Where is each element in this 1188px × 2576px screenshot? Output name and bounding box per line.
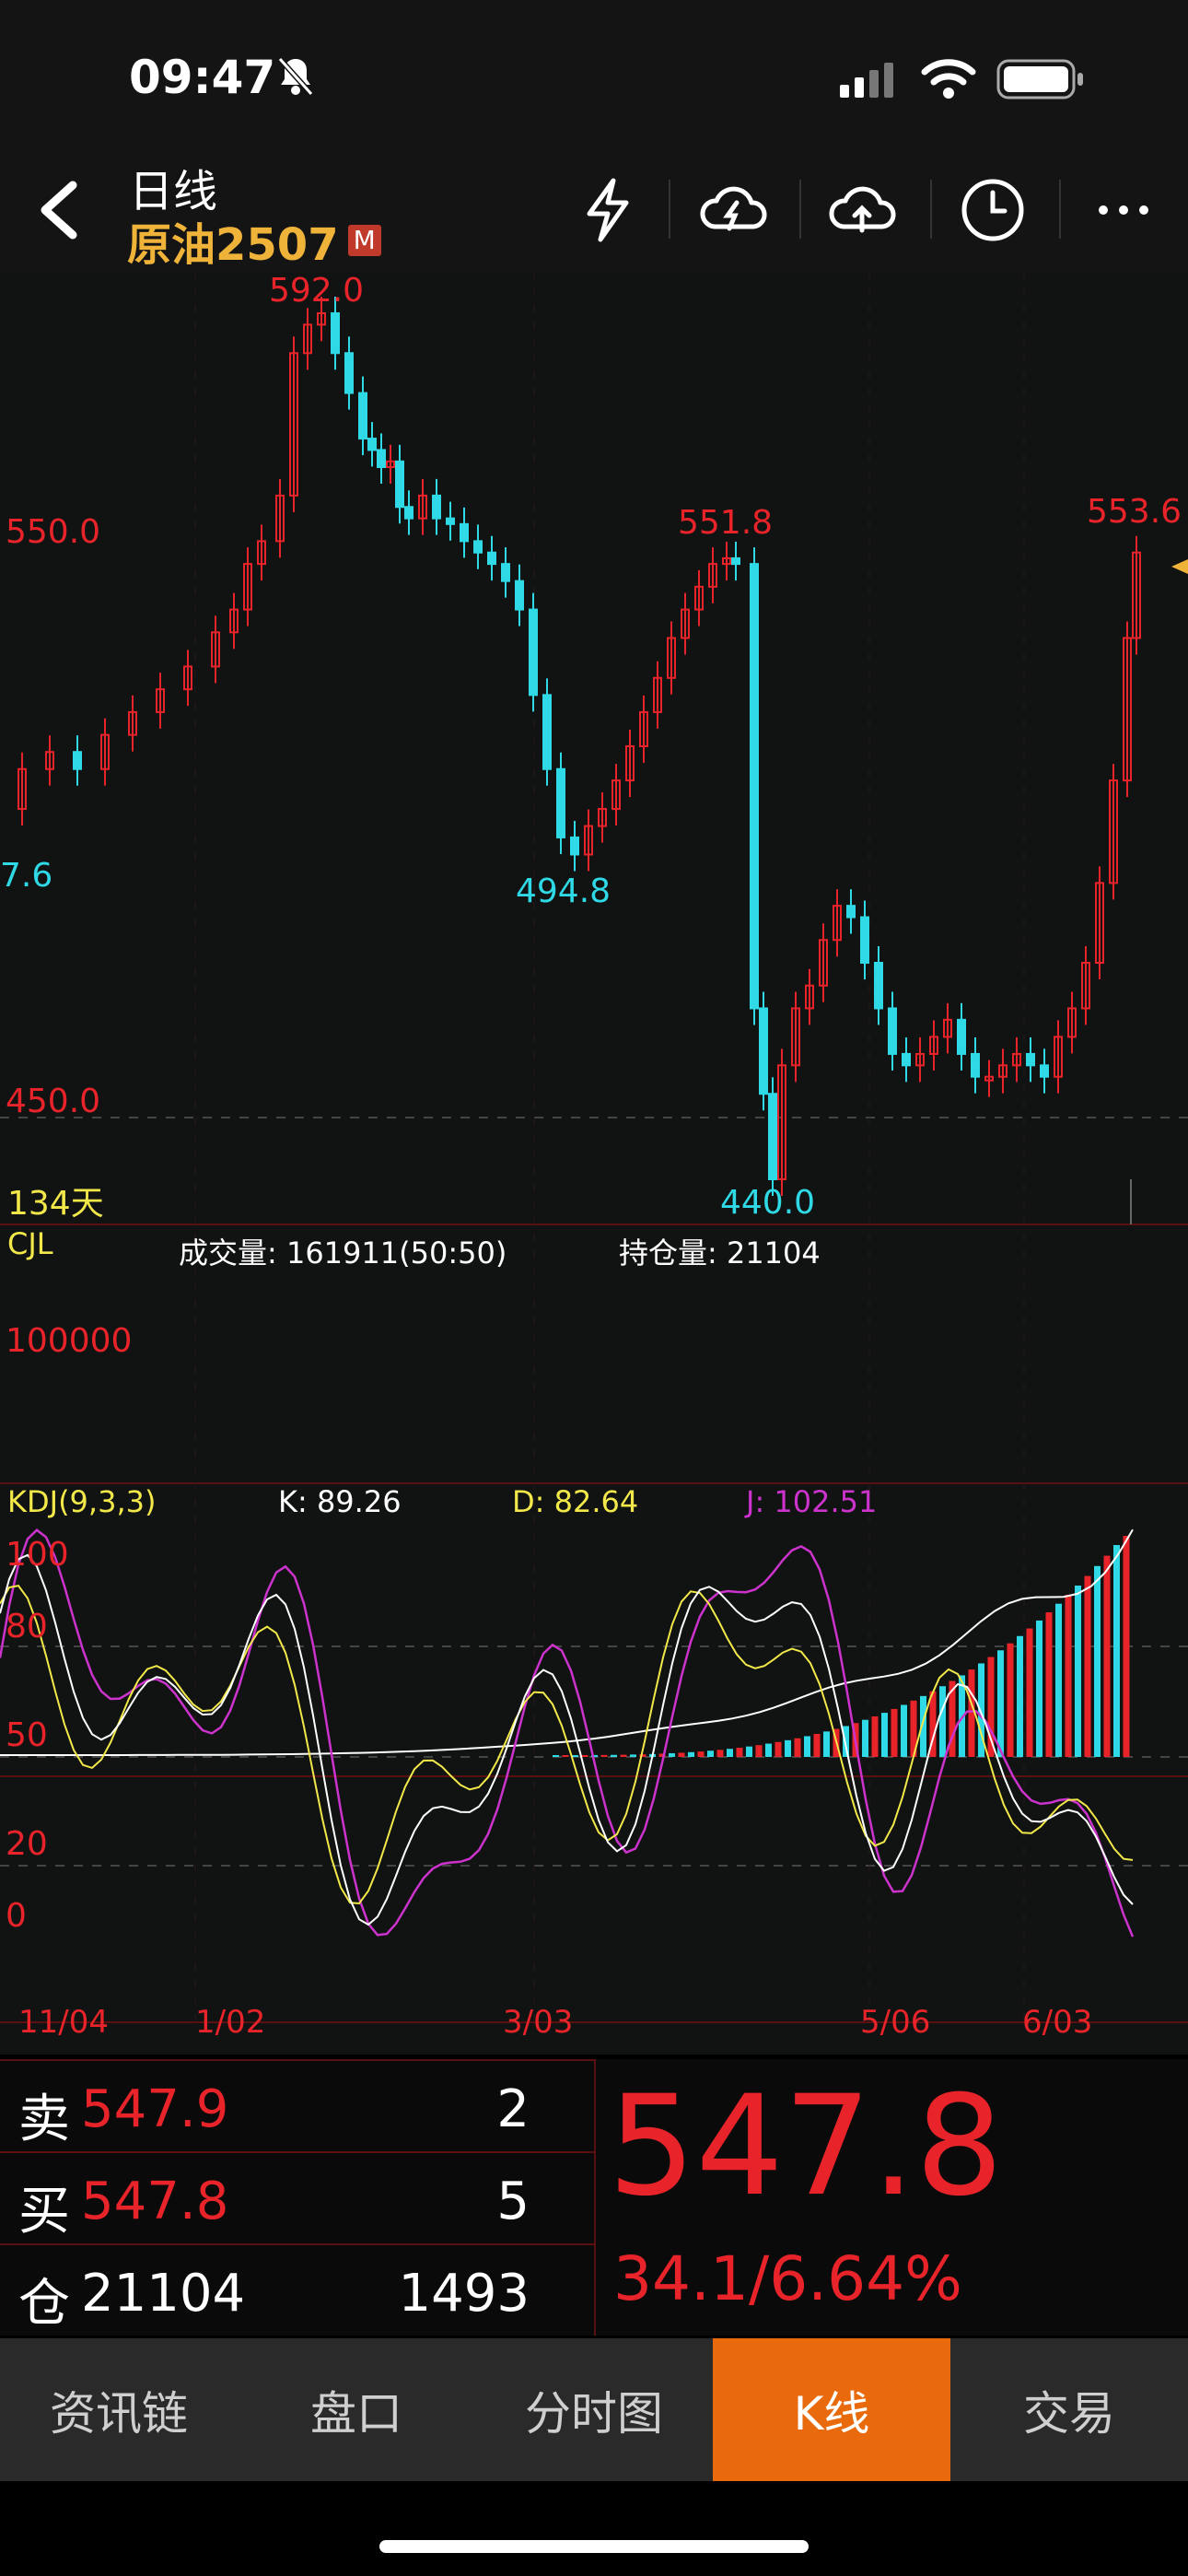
kline-chart-area[interactable]: 592.0 551.8 553.6 494.8 440.0 7.6 550.0 … (0, 272, 1188, 2055)
buy-row[interactable]: 买 547.8 5 (0, 2151, 594, 2243)
price-change: 34.1/6.64% (613, 2243, 962, 2314)
volume-text: 成交量: 161911(50:50) (179, 1235, 507, 1270)
cloud-download-icon (700, 186, 767, 230)
kdj-j-value: J: 102.51 (746, 1484, 878, 1519)
price-left-partial-label: 7.6 (0, 857, 53, 895)
buy-label: 买 (18, 2182, 70, 2242)
cloud-upload-icon (829, 186, 896, 232)
more-button[interactable] (1068, 147, 1179, 272)
price-bottom-label: 440.0 (720, 1184, 816, 1222)
back-chevron-icon (41, 181, 77, 239)
sell-label: 卖 (18, 2090, 70, 2149)
kdj-tick-0: 0 (6, 1897, 27, 1935)
tab-order-book[interactable]: 盘口 (238, 2338, 475, 2481)
kdj-indicator-name[interactable]: KDJ(9,3,3) (7, 1484, 156, 1519)
price-mid-high-label: 551.8 (678, 504, 774, 542)
cloud-upload-button[interactable] (807, 147, 917, 272)
date-label: 11/04 (18, 2004, 109, 2041)
volume-indicator-name[interactable]: CJL (7, 1226, 53, 1261)
buy-price: 547.8 (81, 2172, 229, 2231)
clock-icon (961, 179, 1024, 240)
kdj-tick-80: 80 (6, 1608, 48, 1645)
title-bar: 日线 原油2507 M (0, 147, 1188, 272)
y-tick-450: 450.0 (6, 1083, 101, 1120)
bottom-tab-bar: 资讯链 盘口 分时图 K线 交易 (0, 2338, 1188, 2481)
history-button[interactable] (938, 147, 1048, 272)
volume-tick: 100000 (6, 1322, 133, 1360)
tab-news-chain[interactable]: 资讯链 (0, 2338, 238, 2481)
date-label: 6/03 (1022, 2004, 1093, 2041)
home-indicator (379, 2540, 809, 2553)
back-button[interactable] (18, 147, 101, 272)
price-recent-high-label: 553.6 (1087, 493, 1182, 531)
days-label: 134天 (7, 1185, 104, 1223)
sell-row[interactable]: 卖 547.9 2 (0, 2059, 594, 2151)
y-tick-550: 550.0 (6, 513, 101, 551)
contract-name: 原油2507 (127, 219, 339, 271)
cloud-download-button[interactable] (678, 147, 788, 272)
kdj-tick-20: 20 (6, 1825, 48, 1863)
open-interest-row: 仓 21104 1493 (0, 2243, 594, 2336)
sell-volume: 2 (496, 2079, 530, 2139)
kdj-tick-100: 100 (6, 1536, 69, 1574)
tab-intraday[interactable]: 分时图 (475, 2338, 713, 2481)
signal-icon (840, 61, 895, 101)
oi-value: 21104 (81, 2264, 246, 2324)
price-high-label: 592.0 (269, 272, 365, 310)
lightning-icon (587, 178, 629, 241)
tab-kline[interactable]: K线 (713, 2338, 950, 2481)
quote-panel: 卖 547.9 2 买 547.8 5 仓 21104 1493 547.8 3… (0, 2059, 1188, 2336)
sell-price: 547.9 (81, 2079, 229, 2139)
more-dots-icon (1099, 205, 1148, 215)
date-label: 5/06 (860, 2004, 931, 2041)
wifi-icon (921, 59, 976, 103)
date-label: 1/02 (195, 2004, 266, 2041)
current-price-marker (1171, 559, 1188, 574)
contract-symbol[interactable]: 原油2507 M (127, 208, 381, 273)
status-time: 09:47 (129, 51, 276, 104)
last-price: 547.8 (608, 2067, 1004, 2227)
status-bar: 09:47 (0, 0, 1188, 147)
oi-change: 1493 (398, 2264, 530, 2324)
open-interest-text: 持仓量: 21104 (619, 1235, 821, 1270)
price-low-label: 494.8 (516, 872, 611, 910)
date-label: 3/03 (503, 2004, 574, 2041)
flash-button[interactable] (553, 147, 663, 272)
kdj-d-value: D: 82.64 (512, 1484, 639, 1519)
kdj-k-value: K: 89.26 (278, 1484, 402, 1519)
market-badge: M (347, 225, 381, 256)
kline-chart-svg (0, 272, 1188, 2023)
battery-icon (996, 59, 1085, 103)
candlestick-series (17, 297, 1141, 1196)
oi-label: 仓 (18, 2274, 70, 2334)
buy-volume: 5 (496, 2172, 530, 2231)
tab-trade[interactable]: 交易 (950, 2338, 1188, 2481)
mute-bell-icon (274, 55, 317, 101)
kdj-tick-50: 50 (6, 1716, 48, 1754)
